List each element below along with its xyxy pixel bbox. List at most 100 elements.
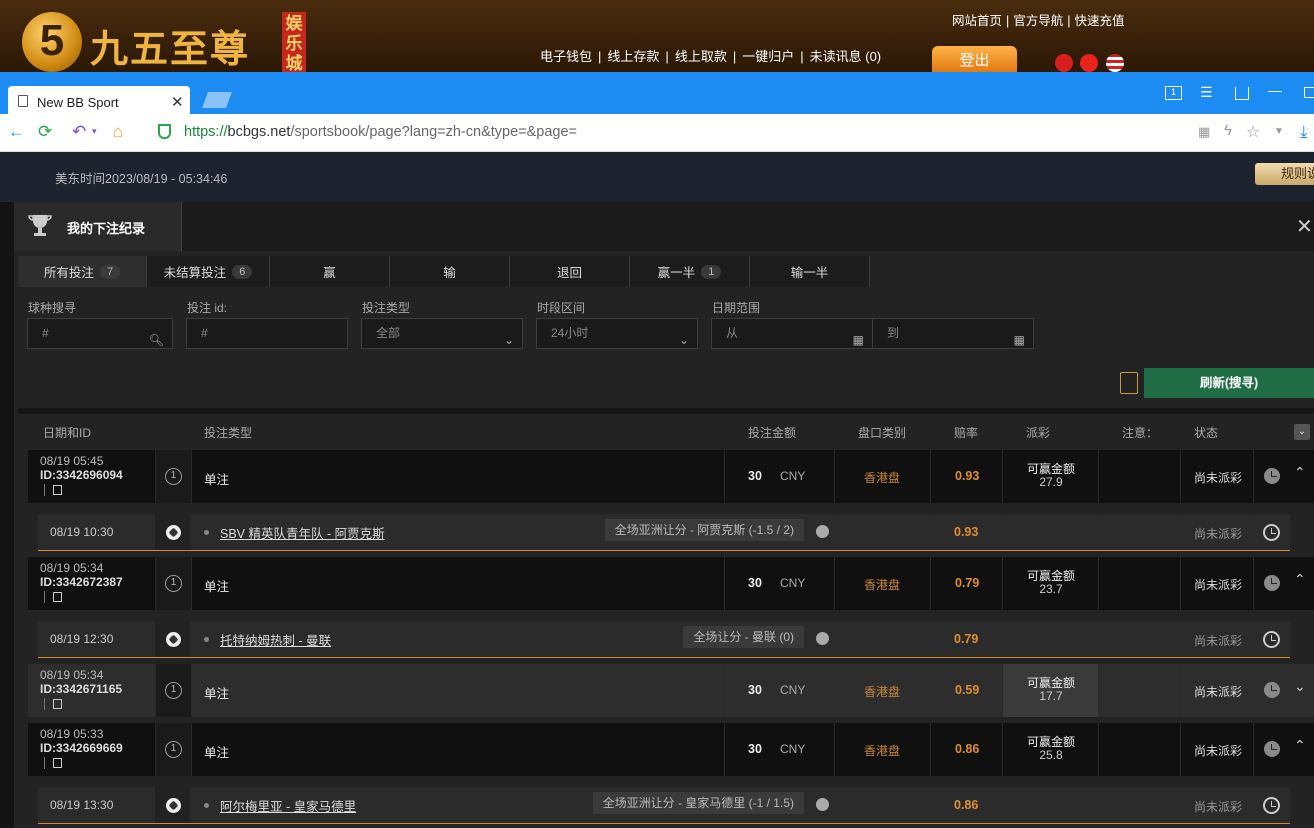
refresh-icon[interactable]: ⟳	[38, 122, 52, 142]
expand-chevron-icon[interactable]: ⌃	[1294, 571, 1306, 588]
expand-chevron-icon[interactable]: ⌃	[1294, 464, 1306, 481]
menu-icon[interactable]: ☰	[1200, 84, 1213, 101]
undo-dropdown-icon[interactable]: ▾	[92, 126, 97, 137]
menu-messages[interactable]: 未读讯息 (0)	[810, 49, 882, 64]
bet-type-label: 投注类型	[362, 301, 411, 315]
sport-search-input[interactable]: # 🔍︎	[27, 318, 173, 349]
window-count-icon[interactable]: 1	[1165, 86, 1182, 100]
copy-icon[interactable]	[53, 592, 62, 602]
expand-chevron-icon[interactable]: ⌃	[1294, 737, 1306, 754]
col-payout: 派彩	[1026, 426, 1051, 440]
skin-icon[interactable]	[1235, 87, 1249, 100]
calendar-icon[interactable]: ▦	[853, 326, 864, 355]
col-amount: 投注金额	[748, 426, 797, 440]
match-link[interactable]: SBV 精英队青年队 - 阿贾克斯	[220, 523, 385, 542]
status-cell: 尚未派彩	[1181, 664, 1254, 717]
bet-id: ID:3342671165	[40, 682, 123, 696]
menu-consolidate[interactable]: 一键归户	[742, 49, 794, 64]
divider	[834, 514, 835, 550]
period-label: 时段区间	[537, 301, 586, 315]
undo-icon[interactable]: ↶	[72, 122, 86, 142]
tab-half-win[interactable]: 赢一半 1	[630, 256, 750, 287]
single-bet-icon-cell: 1	[156, 723, 192, 776]
bet-row[interactable]: 08/19 05:33 ID:3342669669 1 单注 30 CNY 香港盘 0.86 可…	[28, 723, 1314, 776]
logout-button[interactable]: 登出	[932, 46, 1017, 72]
shield-icon	[158, 124, 171, 139]
tab-half-lose[interactable]: 输一半	[750, 256, 870, 287]
address-bar[interactable]: https://bcbgs.net/sportsbook/page?lang=z…	[184, 124, 577, 140]
cn-flag-icon[interactable]	[1080, 54, 1098, 72]
one-circle-icon: 1	[165, 682, 182, 699]
clipboard-icon[interactable]	[1120, 372, 1138, 394]
logo-icon: 5	[22, 12, 82, 72]
match-link[interactable]: 托特纳姆热刺 - 曼联	[220, 630, 331, 649]
lightning-icon[interactable]: ϟ	[1224, 122, 1232, 139]
menu-wallet[interactable]: 电子钱包	[540, 49, 592, 64]
close-icon[interactable]: ✕	[1296, 214, 1313, 239]
tab-refund[interactable]: 退回	[510, 256, 630, 287]
odds-value: 0.93	[955, 469, 980, 483]
date-from-input[interactable]: 从 ▦	[711, 318, 873, 349]
period-select[interactable]: 24小时 ⌄	[536, 318, 698, 349]
bet-row[interactable]: 08/19 05:34 ID:3342672387 1 单注 30 CNY 香港盘 0.79 可…	[28, 557, 1314, 610]
bet-type-select[interactable]: 全部 ⌄	[361, 318, 523, 349]
payout-cell: 可赢金额 23.7	[1003, 557, 1099, 610]
bet-id: ID:3342696094	[40, 468, 123, 482]
bet-type: 单注	[204, 580, 230, 594]
refresh-search-button[interactable]: 刷新(搜寻)	[1144, 368, 1314, 398]
tab-all-bets[interactable]: 所有投注 7	[18, 256, 147, 287]
back-icon[interactable]: ←	[8, 122, 25, 142]
maximize-icon[interactable]	[1304, 87, 1314, 98]
tab-win[interactable]: 赢	[270, 256, 390, 287]
modal-title: 我的下注纪录	[67, 221, 146, 236]
link-recharge[interactable]: 快速充值	[1075, 14, 1125, 28]
amount-cell: 30 CNY	[724, 664, 835, 717]
star-icon[interactable]: ☆	[1246, 122, 1260, 142]
amount-cell: 30 CNY	[724, 557, 835, 610]
bet-id-input[interactable]: #	[186, 318, 348, 349]
rules-button[interactable]: 规则说	[1255, 163, 1314, 185]
sub-row[interactable]: 08/19 12:30 托特纳姆热刺 - 曼联 全场让分 - 曼联 (0) 0.79 尚…	[38, 621, 1290, 658]
divider	[1180, 514, 1181, 550]
tab-lose[interactable]: 输	[390, 256, 510, 287]
link-home[interactable]: 网站首页	[952, 14, 1002, 28]
sub-row[interactable]: 08/19 10:30 SBV 精英队青年队 - 阿贾克斯 全场亚洲让分 - 阿贾克…	[38, 514, 1290, 551]
soccer-ball-icon	[165, 631, 181, 647]
copy-icon[interactable]	[53, 485, 62, 495]
live-indicator-icon	[816, 798, 829, 811]
us-flag-icon[interactable]	[1106, 54, 1124, 72]
bet-row[interactable]: 08/19 05:34 ID:3342671165 1 单注 30 CNY 香港盘 0.59 可…	[28, 664, 1314, 717]
download-icon[interactable]: ⤓	[1300, 122, 1308, 142]
odds-cell: 0.93	[931, 450, 1003, 503]
match-link[interactable]: 阿尔梅里亚 - 皇家马德里	[220, 796, 356, 815]
tab-unsettled[interactable]: 未结算投注 6	[147, 256, 270, 287]
link-nav[interactable]: 官方导航	[1013, 14, 1063, 28]
amount-cell: 30 CNY	[724, 450, 835, 503]
divider	[44, 591, 45, 603]
sport-search-label: 球种搜寻	[28, 301, 77, 315]
search-icon: 🔍︎	[148, 333, 164, 347]
calendar-icon[interactable]: ▦	[1014, 326, 1025, 355]
close-tab-icon[interactable]: ✕	[171, 93, 184, 111]
market-selection: 全场亚洲让分 - 皇家马德里 (-1 / 1.5)	[592, 792, 804, 814]
menu-withdraw[interactable]: 线上取款	[675, 49, 727, 64]
menu-deposit[interactable]: 线上存款	[607, 49, 659, 64]
bet-currency: CNY	[780, 576, 806, 590]
expand-chevron-icon[interactable]: ⌄	[1294, 678, 1306, 695]
clock-icon	[1263, 797, 1280, 814]
clock-icon	[1264, 575, 1280, 591]
bet-row[interactable]: 08/19 05:45 ID:3342696094 1 单注 30 CNY 香港盘 0.93 可…	[28, 450, 1314, 503]
copy-icon[interactable]	[53, 758, 62, 768]
home-icon[interactable]: ⌂	[113, 122, 123, 142]
collapse-all-icon[interactable]: ⌄	[1294, 424, 1310, 440]
minimize-icon[interactable]: —	[1268, 82, 1282, 98]
hk-flag-icon[interactable]	[1055, 54, 1073, 72]
qr-icon[interactable]: ▦	[1198, 124, 1210, 140]
bet-id-label: 投注 id:	[187, 301, 228, 315]
bet-id: ID:3342672387	[40, 575, 123, 589]
copy-icon[interactable]	[53, 699, 62, 709]
sub-odds: 0.86	[954, 798, 979, 812]
dropdown-icon[interactable]: ▼	[1274, 126, 1284, 137]
date-to-input[interactable]: 到 ▦	[872, 318, 1034, 349]
sub-row[interactable]: 08/19 13:30 阿尔梅里亚 - 皇家马德里 全场亚洲让分 - 皇家马德里 (…	[38, 787, 1290, 824]
